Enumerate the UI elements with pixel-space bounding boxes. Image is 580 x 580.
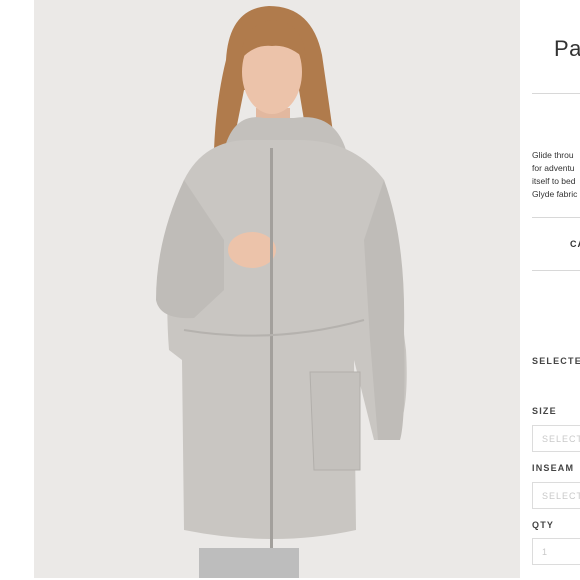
description-line: Glyde fabric: [532, 189, 578, 199]
product-description: Glide throu for adventu itself to bed Gl…: [532, 149, 580, 201]
size-label: SIZE: [532, 406, 557, 416]
product-details-panel: Pac Glide throu for adventu itself to be…: [520, 0, 580, 580]
selected-label: SELECTEI: [532, 356, 580, 366]
size-select[interactable]: SELECT: [532, 425, 580, 452]
description-line: Glide throu: [532, 150, 574, 160]
inseam-select-placeholder: SELECT: [542, 491, 580, 501]
qty-label: QTY: [532, 520, 555, 530]
inseam-select[interactable]: SELECT: [532, 482, 580, 509]
description-line: itself to bed: [532, 176, 576, 186]
divider: [532, 93, 580, 94]
size-select-placeholder: SELECT: [542, 434, 580, 444]
add-to-cart-button[interactable]: CA: [570, 239, 580, 249]
qty-value: 1: [542, 547, 549, 557]
product-photo-illustration: [34, 0, 520, 578]
product-title: Pac: [554, 36, 580, 61]
inseam-label: INSEAM: [532, 463, 575, 473]
left-margin: [0, 0, 34, 580]
divider: [532, 217, 580, 218]
product-photo[interactable]: [34, 0, 520, 578]
divider: [532, 270, 580, 271]
description-line: for adventu: [532, 163, 575, 173]
qty-input[interactable]: 1: [532, 538, 580, 565]
